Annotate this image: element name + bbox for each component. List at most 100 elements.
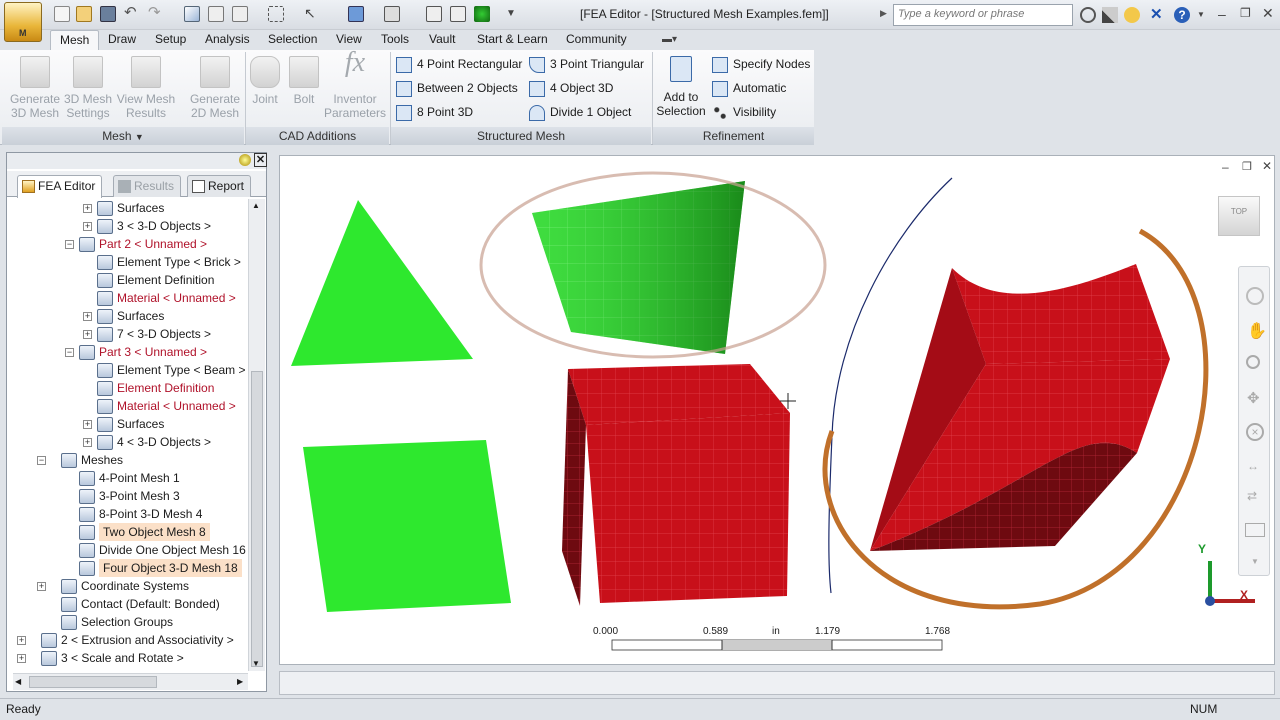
expand-icon[interactable]: +: [83, 330, 92, 339]
tree-row[interactable]: Element Type < Beam >: [13, 361, 248, 379]
search-icon[interactable]: [1080, 7, 1096, 23]
close-panel-icon[interactable]: ✕: [254, 153, 267, 167]
expand-icon[interactable]: +: [17, 654, 26, 663]
viewport-close-icon[interactable]: ✕: [1262, 159, 1272, 173]
mesh-panel-title[interactable]: Mesh ▼: [2, 127, 244, 145]
tab-analysis[interactable]: Analysis: [196, 30, 259, 50]
view-cube-icon[interactable]: [348, 6, 364, 22]
tree-vertical-scrollbar[interactable]: ▲ ▼: [248, 199, 265, 671]
tree-row[interactable]: +3 < 3-D Objects >: [13, 217, 248, 235]
select-rectangle-icon[interactable]: [268, 6, 284, 22]
report-icon[interactable]: [426, 6, 442, 22]
tree-row[interactable]: Element Definition: [13, 379, 248, 397]
run-simulation-icon[interactable]: [474, 6, 490, 22]
scroll-down-icon[interactable]: ▼: [252, 659, 260, 668]
hscroll-thumb[interactable]: [29, 676, 157, 688]
expand-icon[interactable]: +: [37, 582, 46, 591]
3d-mesh-settings-button[interactable]: 3D Mesh Settings: [61, 56, 115, 120]
expand-icon[interactable]: +: [83, 312, 92, 321]
tab-tools[interactable]: Tools: [372, 30, 418, 50]
list-icon[interactable]: [232, 6, 248, 22]
open-folder-icon[interactable]: [76, 6, 92, 22]
window-icon[interactable]: [384, 6, 400, 22]
look-at-icon[interactable]: ×: [1246, 423, 1264, 441]
collapse-icon[interactable]: −: [65, 240, 74, 249]
tree-row[interactable]: Element Definition: [13, 271, 248, 289]
exchange-icon[interactable]: ✕: [1150, 7, 1166, 23]
expand-icon[interactable]: +: [83, 438, 92, 447]
generate-2d-mesh-button[interactable]: Generate 2D Mesh: [186, 56, 244, 120]
viewcube[interactable]: TOP: [1218, 196, 1260, 236]
help-icon[interactable]: ?: [1174, 7, 1190, 23]
viewport-restore-icon[interactable]: ❐: [1242, 160, 1252, 173]
four-object-3d-mesh[interactable]: [870, 264, 1170, 551]
pin-icon[interactable]: [239, 154, 251, 166]
square-mesh[interactable]: [303, 440, 511, 612]
collapse-icon[interactable]: −: [37, 456, 46, 465]
view-mesh-results-button[interactable]: View Mesh Results: [115, 56, 177, 120]
tree-row[interactable]: Material < Unnamed >: [13, 289, 248, 307]
graphics-viewport[interactable]: 0.000 0.589 in 1.179 1.768 Y X TOP – ❐ ✕…: [279, 155, 1275, 665]
divide-1-object-button[interactable]: Divide 1 Object: [529, 103, 631, 121]
4-object-3d-button[interactable]: 4 Object 3D: [529, 79, 613, 97]
undo-icon[interactable]: ↶: [124, 5, 140, 22]
tree-row[interactable]: − Part 3 < Unnamed >: [13, 343, 248, 361]
zoom-icon[interactable]: [1246, 355, 1260, 369]
orbit-icon[interactable]: ✥: [1247, 389, 1260, 407]
tab-community[interactable]: Community: [557, 30, 636, 50]
tree-row[interactable]: − Part 2 < Unnamed >: [13, 235, 248, 253]
rectangular-mesh-highlighted[interactable]: [532, 181, 745, 354]
qat-dropdown-icon[interactable]: ▼: [506, 6, 522, 22]
tree-row[interactable]: + Surfaces: [13, 307, 248, 325]
search-input[interactable]: Type a keyword or phrase: [893, 4, 1073, 26]
tree-row[interactable]: 8-Point 3-D Mesh 4: [13, 505, 248, 523]
redo-icon[interactable]: ↷: [148, 5, 164, 22]
brick-cube-mesh[interactable]: [562, 364, 790, 606]
scroll-left-icon[interactable]: ◀: [15, 677, 21, 686]
restore-icon[interactable]: ❐: [1240, 6, 1251, 20]
ribbon-options-icon[interactable]: ▬▾: [662, 34, 686, 46]
generate-3d-mesh-button[interactable]: Generate 3D Mesh: [8, 56, 62, 120]
tree-row[interactable]: +4 < 3-D Objects >: [13, 433, 248, 451]
tab-draw[interactable]: Draw: [99, 30, 145, 50]
tab-mesh[interactable]: Mesh: [50, 30, 100, 50]
tab-report[interactable]: Report: [187, 175, 252, 197]
wrench-icon[interactable]: [1102, 7, 1118, 23]
automatic-button[interactable]: Automatic: [712, 79, 786, 97]
application-menu-button[interactable]: M: [4, 2, 42, 42]
select-pointer-icon[interactable]: ↖: [304, 6, 320, 22]
favorites-icon[interactable]: [1124, 7, 1140, 23]
3-point-triangular-button[interactable]: 3 Point Triangular: [529, 55, 644, 73]
close-icon[interactable]: ✕: [1262, 5, 1274, 22]
scroll-thumb[interactable]: [251, 371, 263, 667]
expand-icon[interactable]: +: [83, 222, 92, 231]
tree-row[interactable]: +2 < Extrusion and Associativity >: [13, 631, 248, 649]
tab-results[interactable]: Results: [113, 175, 182, 197]
save-icon[interactable]: [100, 6, 116, 22]
steering-wheel-icon[interactable]: [1246, 287, 1264, 305]
tab-start-learn[interactable]: Start & Learn: [468, 30, 557, 50]
tree-row[interactable]: + Surfaces: [13, 199, 248, 217]
window-zoom-icon[interactable]: [1245, 523, 1265, 537]
properties-icon[interactable]: [208, 6, 224, 22]
triangle-mesh[interactable]: [291, 200, 473, 366]
expand-icon[interactable]: +: [83, 420, 92, 429]
expand-icon[interactable]: +: [83, 204, 92, 213]
tree-row[interactable]: +3 < Scale and Rotate >: [13, 649, 248, 667]
expand-icon[interactable]: +: [17, 636, 26, 645]
specify-nodes-button[interactable]: Specify Nodes: [712, 55, 810, 73]
inventor-parameters-button[interactable]: fx Inventor Parameters: [324, 49, 386, 121]
command-line[interactable]: [279, 671, 1275, 695]
edit-icon[interactable]: [184, 6, 200, 22]
visibility-button[interactable]: Visibility: [712, 103, 776, 121]
joint-button[interactable]: Joint: [248, 56, 282, 106]
help-dropdown-icon[interactable]: ▼: [1197, 10, 1205, 19]
tree-row[interactable]: + Coordinate Systems: [13, 577, 248, 595]
tree-row[interactable]: Four Object 3-D Mesh 18: [13, 559, 248, 577]
scroll-up-icon[interactable]: ▲: [252, 201, 260, 210]
model-canvas[interactable]: [280, 156, 1276, 666]
tree-row[interactable]: +7 < 3-D Objects >: [13, 325, 248, 343]
scroll-right-icon[interactable]: ▶: [237, 677, 243, 686]
8-point-3d-button[interactable]: 8 Point 3D: [396, 103, 473, 121]
tab-fea-editor[interactable]: FEA Editor: [17, 175, 103, 198]
